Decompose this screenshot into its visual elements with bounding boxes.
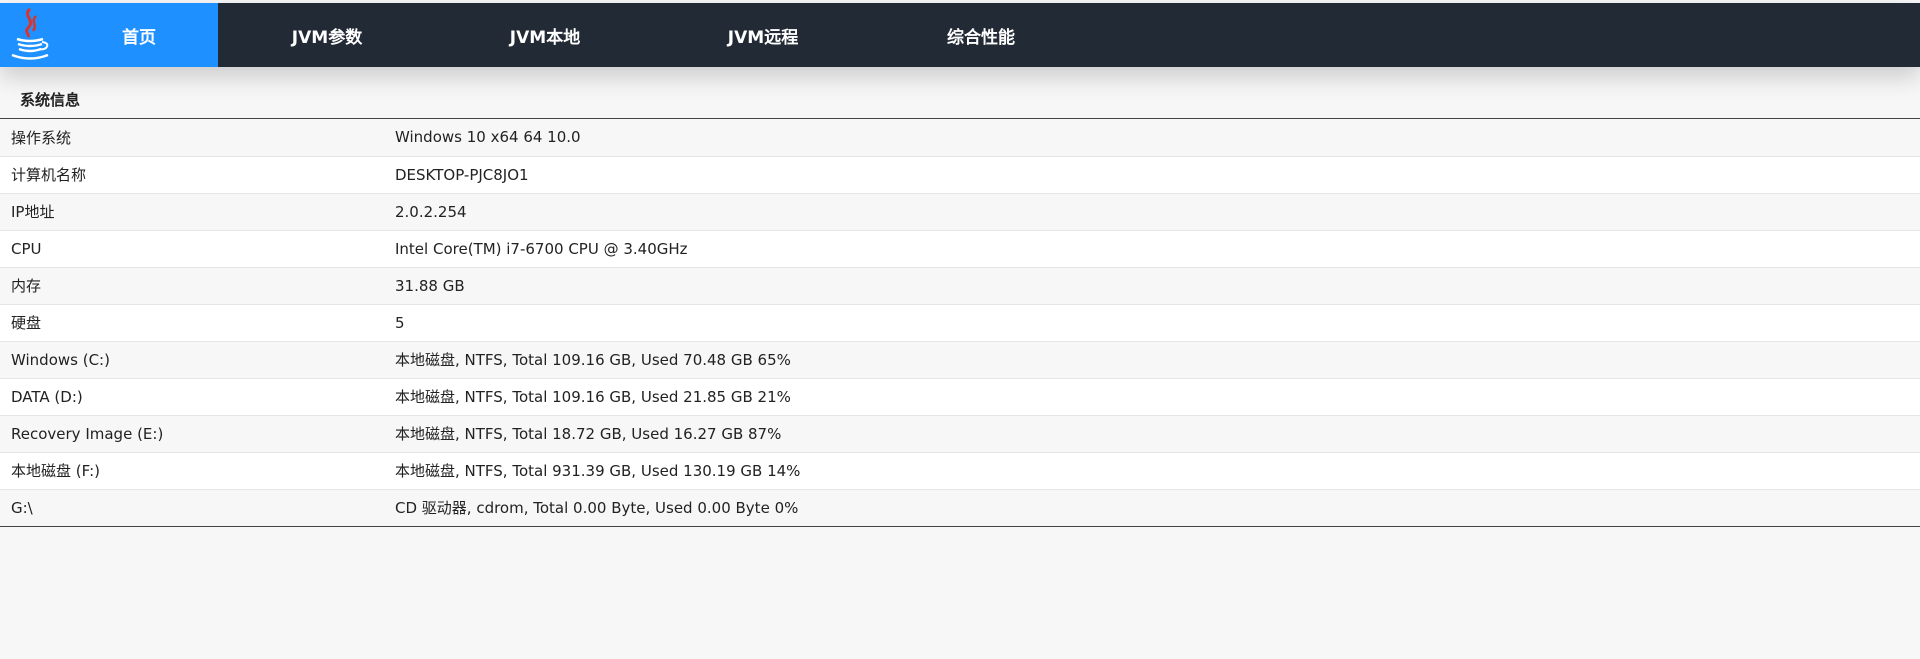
- table-row: 内存 31.88 GB: [0, 266, 1920, 304]
- nav-jvm-local[interactable]: JVM本地: [436, 3, 654, 67]
- row-key: 本地磁盘 (F:): [0, 451, 384, 489]
- table-row: 本地磁盘 (F:) 本地磁盘, NTFS, Total 931.39 GB, U…: [0, 451, 1920, 489]
- table-row: G:\ CD 驱动器, cdrom, Total 0.00 Byte, Used…: [0, 488, 1920, 526]
- row-value: 本地磁盘, NTFS, Total 109.16 GB, Used 70.48 …: [384, 340, 1920, 378]
- table-row: 计算机名称 DESKTOP-PJC8JO1: [0, 155, 1920, 193]
- table-row: 硬盘 5: [0, 303, 1920, 341]
- nav-jvm-params[interactable]: JVM参数: [218, 3, 436, 67]
- table-row: IP地址 2.0.2.254: [0, 192, 1920, 230]
- row-key: 内存: [0, 266, 384, 304]
- row-key: 操作系统: [0, 119, 384, 156]
- row-value: Windows 10 x64 64 10.0: [384, 119, 1920, 156]
- nav-jvm-remote[interactable]: JVM远程: [654, 3, 872, 67]
- row-key: G:\: [0, 488, 384, 526]
- top-nav-bar: 首页 JVM参数 JVM本地 JVM远程 综合性能: [0, 3, 1920, 67]
- system-info-table: 操作系统 Windows 10 x64 64 10.0 计算机名称 DESKTO…: [0, 119, 1920, 527]
- row-key: IP地址: [0, 192, 384, 230]
- row-value: Intel Core(TM) i7-6700 CPU @ 3.40GHz: [384, 229, 1920, 267]
- row-value: 31.88 GB: [384, 266, 1920, 304]
- java-coffee-cup-icon[interactable]: [0, 3, 60, 67]
- table-row: DATA (D:) 本地磁盘, NTFS, Total 109.16 GB, U…: [0, 377, 1920, 415]
- row-value: 本地磁盘, NTFS, Total 18.72 GB, Used 16.27 G…: [384, 414, 1920, 452]
- nav-overall-performance[interactable]: 综合性能: [872, 3, 1090, 67]
- row-value: 本地磁盘, NTFS, Total 931.39 GB, Used 130.19…: [384, 451, 1920, 489]
- table-row: CPU Intel Core(TM) i7-6700 CPU @ 3.40GHz: [0, 229, 1920, 267]
- main-content: 系统信息 操作系统 Windows 10 x64 64 10.0 计算机名称 D…: [0, 67, 1920, 527]
- row-value: 2.0.2.254: [384, 192, 1920, 230]
- row-key: 计算机名称: [0, 155, 384, 193]
- row-key: DATA (D:): [0, 377, 384, 415]
- row-value: DESKTOP-PJC8JO1: [384, 155, 1920, 193]
- table-row: 操作系统 Windows 10 x64 64 10.0: [0, 119, 1920, 156]
- row-value: CD 驱动器, cdrom, Total 0.00 Byte, Used 0.0…: [384, 488, 1920, 526]
- table-row: Windows (C:) 本地磁盘, NTFS, Total 109.16 GB…: [0, 340, 1920, 378]
- row-value: 5: [384, 303, 1920, 341]
- row-key: CPU: [0, 229, 384, 267]
- nav-home[interactable]: 首页: [60, 3, 218, 67]
- section-title: 系统信息: [0, 67, 1920, 119]
- row-key: 硬盘: [0, 303, 384, 341]
- table-row: Recovery Image (E:) 本地磁盘, NTFS, Total 18…: [0, 414, 1920, 452]
- row-value: 本地磁盘, NTFS, Total 109.16 GB, Used 21.85 …: [384, 377, 1920, 415]
- row-key: Recovery Image (E:): [0, 414, 384, 452]
- row-key: Windows (C:): [0, 340, 384, 378]
